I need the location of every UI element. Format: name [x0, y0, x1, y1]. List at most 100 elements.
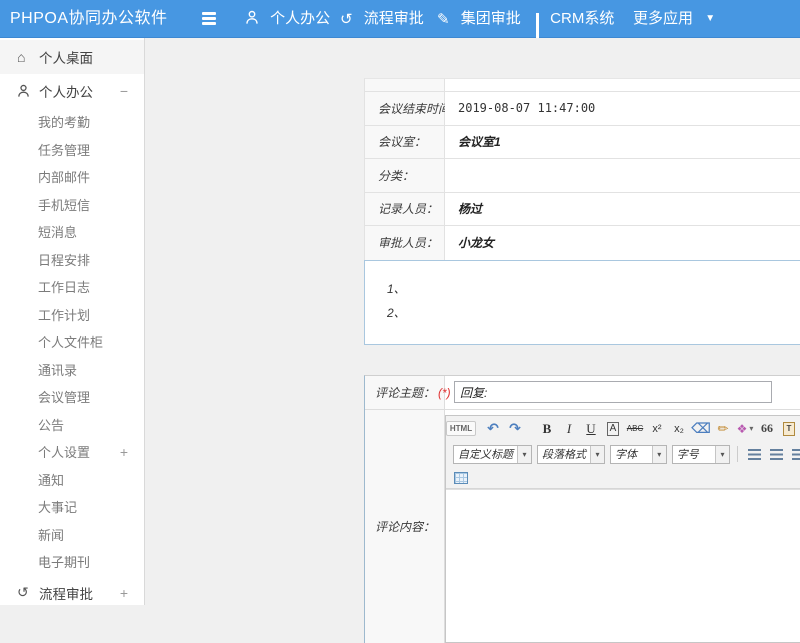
expand-icon[interactable]: + — [120, 585, 128, 601]
sidebar-item-label: 个人文件柜 — [38, 332, 103, 351]
sidebar-item-label: 个人桌面 — [39, 47, 93, 67]
person-icon — [245, 10, 259, 29]
sidebar-item-meetings[interactable]: 会议管理 — [0, 383, 144, 411]
top-nav-bar: PHPOA协同办公软件 个人办公 ↺ 流程审批 ✎ 集团审批 CRM系统 更多应… — [0, 0, 800, 38]
meeting-notes-box: 1、 2、 — [364, 260, 800, 345]
paste-text-icon[interactable]: T — [779, 419, 799, 439]
sidebar-item-label: 短消息 — [38, 222, 77, 241]
comment-form-table: 评论主题： (*) 评论内容： HTML↶↷BIUAABCx²x₂⌫✏❖▾66T… — [364, 375, 800, 643]
sidebar-item-file-cabinet[interactable]: 个人文件柜 — [0, 328, 144, 356]
sidebar-item-contacts[interactable]: 通讯录 — [0, 356, 144, 384]
align-left-icon[interactable] — [744, 444, 764, 464]
format-brush-icon[interactable]: ✏ — [713, 419, 733, 439]
sidebar-item-e-journal[interactable]: 电子期刊 — [0, 548, 144, 576]
nav-group-approval[interactable]: ✎ 集团审批 — [437, 0, 521, 38]
sidebar-item-work-log[interactable]: 工作日志 — [0, 273, 144, 301]
sidebar-item-memorabilia[interactable]: 大事记 — [0, 493, 144, 521]
sidebar-item-label: 工作计划 — [38, 305, 90, 324]
sidebar: ⌂个人桌面个人办公 − 我的考勤任务管理内部邮件手机短信短消息日程安排工作日志工作计… — [0, 38, 145, 605]
nav-workflow-approval[interactable]: ↺ 流程审批 — [340, 0, 424, 38]
font-size-select[interactable]: 字号 ▾ — [672, 445, 730, 464]
sidebar-item-news[interactable]: 新闻 — [0, 521, 144, 549]
sidebar-item-label: 工作日志 — [38, 277, 90, 296]
subscript-button[interactable]: x₂ — [669, 419, 689, 439]
custom-title-select[interactable]: 自定义标题 ▾ — [453, 445, 532, 464]
comment-content-row: 评论内容： HTML↶↷BIUAABCx²x₂⌫✏❖▾66TA▾ab▾▾▾ 自定… — [365, 410, 800, 643]
row-label: 记录人员： — [378, 200, 438, 217]
editor-toolbar-row-2: 自定义标题 ▾ 段落格式 ▾ 字体 ▾ 字号 ▾ — [446, 441, 800, 467]
expand-icon[interactable]: + — [120, 444, 128, 460]
insert-table-icon[interactable] — [451, 468, 471, 488]
sidebar-item-label: 会议管理 — [38, 387, 90, 406]
home-icon: ⌂ — [17, 49, 39, 65]
nav-label: CRM系统 — [550, 10, 614, 27]
sidebar-item-label: 任务管理 — [38, 140, 90, 159]
row-value: 会议室1 — [458, 133, 501, 150]
eraser-icon[interactable]: ⌫ — [691, 419, 711, 439]
chevron-down-icon: ▾ — [652, 446, 666, 463]
nav-more-apps[interactable]: 更多应用 ▼ — [633, 0, 715, 38]
sidebar-item-label: 我的考勤 — [38, 112, 90, 131]
note-line: 2、 — [387, 301, 800, 325]
align-center-icon[interactable] — [766, 444, 786, 464]
row-label: 审批人员： — [378, 234, 438, 251]
font-family-select[interactable]: 字体 ▾ — [610, 445, 667, 464]
align-right-icon[interactable] — [788, 444, 800, 464]
toolbar-separator — [737, 446, 738, 462]
main-content: 会议结束时间： 2019-08-07 11:47:00 会议室： 会议室1 分类… — [146, 38, 800, 605]
nav-crm-system[interactable]: CRM系统 — [536, 0, 614, 38]
blockquote-icon[interactable]: 66 — [757, 419, 777, 439]
note-line: 1、 — [387, 277, 800, 301]
italic-button[interactable]: I — [559, 419, 579, 439]
chevron-down-icon: ▾ — [715, 446, 729, 463]
undo-icon[interactable]: ↶ — [483, 419, 503, 439]
redo-icon[interactable]: ↷ — [505, 419, 525, 439]
comment-subject-input[interactable] — [454, 381, 772, 403]
sidebar-item-work-plan[interactable]: 工作计划 — [0, 301, 144, 329]
html-source-button[interactable]: HTML — [451, 419, 471, 439]
table-row: 分类： — [365, 159, 800, 193]
app-logo: PHPOA协同办公软件 — [10, 0, 168, 38]
bold-button[interactable]: B — [537, 419, 557, 439]
underline-button[interactable]: U — [581, 419, 601, 439]
sidebar-item-tasks[interactable]: 任务管理 — [0, 136, 144, 164]
sidebar-item-personal-office[interactable]: 个人办公 − — [0, 74, 144, 108]
edit-icon: ✎ — [437, 10, 450, 28]
paragraph-format-select[interactable]: 段落格式 ▾ — [537, 445, 605, 464]
paint-format-icon[interactable]: ❖▾ — [735, 419, 755, 439]
history-icon: ↺ — [340, 10, 353, 28]
strikethrough-button[interactable]: ABC — [625, 419, 645, 439]
editor-toolbar-row-1: HTML↶↷BIUAABCx²x₂⌫✏❖▾66TA▾ab▾▾▾ — [446, 416, 800, 441]
sidebar-item-label: 手机短信 — [38, 195, 90, 214]
sidebar-item-label: 个人办公 — [39, 81, 93, 101]
superscript-button[interactable]: x² — [647, 419, 667, 439]
sidebar-item-announcement[interactable]: 公告 — [0, 411, 144, 439]
row-label: 分类： — [378, 167, 414, 184]
table-row: 审批人员： 小龙女 — [365, 226, 800, 260]
sidebar-item-internal-mail[interactable]: 内部邮件 — [0, 163, 144, 191]
nav-personal-office[interactable]: 个人办公 — [245, 0, 330, 38]
table-row: 会议结束时间： 2019-08-07 11:47:00 — [365, 92, 800, 126]
editor-content-area[interactable] — [446, 489, 800, 642]
sidebar-item-short-message[interactable]: 短消息 — [0, 218, 144, 246]
editor-toolbar-row-3 — [446, 467, 800, 489]
sidebar-item-notice[interactable]: 通知 — [0, 466, 144, 494]
font-background-button[interactable]: A — [603, 419, 623, 439]
table-row: 记录人员： 杨过 — [365, 193, 800, 227]
sidebar-item-attendance[interactable]: 我的考勤 — [0, 108, 144, 136]
hamburger-menu-icon[interactable] — [202, 12, 216, 25]
nav-label: 个人办公 — [270, 10, 330, 27]
sidebar-item-workflow[interactable]: ↺流程审批+ — [0, 576, 144, 610]
sidebar-item-sms[interactable]: 手机短信 — [0, 191, 144, 219]
row-label-cell — [365, 79, 445, 91]
sidebar-item-label: 新闻 — [38, 525, 64, 544]
sidebar-item-label: 日程安排 — [38, 250, 90, 269]
comment-content-label: 评论内容： — [375, 518, 435, 535]
sidebar-item-label: 大事记 — [38, 497, 77, 516]
sidebar-item-desktop[interactable]: ⌂个人桌面 — [0, 40, 144, 74]
sidebar-item-settings[interactable]: 个人设置+ — [0, 438, 144, 466]
sidebar-menu: ⌂个人桌面个人办公 − 我的考勤任务管理内部邮件手机短信短消息日程安排工作日志工作计… — [0, 40, 144, 610]
sidebar-item-label: 通讯录 — [38, 360, 77, 379]
sidebar-item-schedule[interactable]: 日程安排 — [0, 246, 144, 274]
collapse-icon[interactable]: − — [120, 83, 128, 99]
